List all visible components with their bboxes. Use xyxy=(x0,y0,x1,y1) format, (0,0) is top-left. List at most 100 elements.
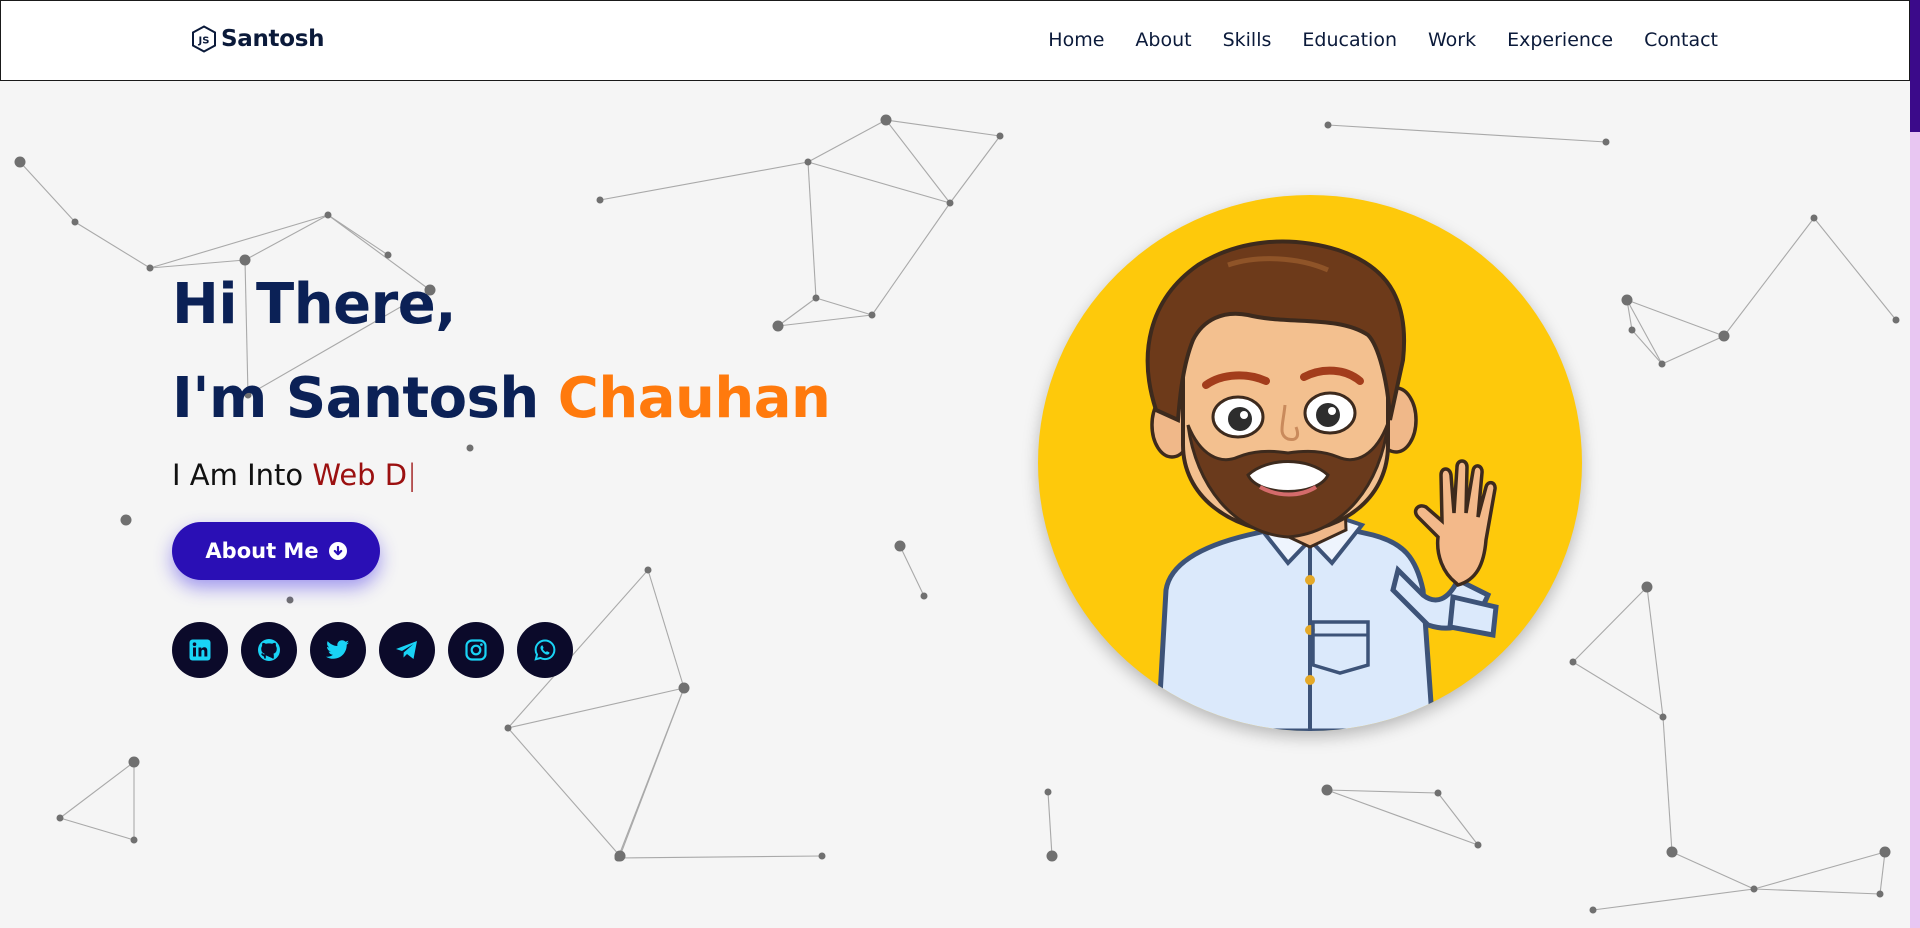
particle-dot xyxy=(920,592,928,600)
nav-experience[interactable]: Experience xyxy=(1507,29,1613,51)
arrow-down-circle-icon xyxy=(328,542,347,560)
particle-link xyxy=(1753,851,1886,890)
particle-link xyxy=(807,161,951,204)
whatsapp-icon xyxy=(533,638,557,662)
nav-about[interactable]: About xyxy=(1135,29,1191,51)
particle-link xyxy=(244,214,329,261)
telegram-link[interactable] xyxy=(379,622,435,678)
particle-dot xyxy=(1628,326,1636,334)
particle-dot xyxy=(1876,890,1884,898)
particle-dot xyxy=(146,264,154,272)
particle-link xyxy=(1671,851,1755,890)
particle-dot xyxy=(880,114,892,126)
nav-home[interactable]: Home xyxy=(1048,29,1104,51)
particle-link xyxy=(949,135,1001,204)
particle-link xyxy=(1662,716,1673,853)
particle-link xyxy=(1572,586,1648,663)
particle-link xyxy=(619,687,685,857)
particle-dot xyxy=(818,852,826,860)
nav-work[interactable]: Work xyxy=(1428,29,1476,51)
nodejs-hexagon-icon: JS xyxy=(191,25,217,53)
particle-dot xyxy=(1879,846,1891,858)
particle-dot xyxy=(1474,841,1482,849)
hero-intro: I'm Santosh Chauhan xyxy=(172,352,831,446)
hero-greeting: Hi There, xyxy=(172,272,456,337)
instagram-icon xyxy=(464,638,488,662)
nav-education[interactable]: Education xyxy=(1302,29,1397,51)
scrollbar-thumb[interactable] xyxy=(1910,0,1920,132)
particle-dot xyxy=(71,218,79,226)
particle-dot xyxy=(56,814,64,822)
particle-dot xyxy=(644,566,652,574)
nav-skills[interactable]: Skills xyxy=(1223,29,1272,51)
typed-cursor: | xyxy=(407,458,417,492)
particle-dot xyxy=(1658,360,1666,368)
twitter-link[interactable] xyxy=(310,622,366,678)
whatsapp-link[interactable] xyxy=(517,622,573,678)
particle-dot xyxy=(868,311,876,319)
particle-dot xyxy=(1659,713,1667,721)
particle-dot xyxy=(1321,784,1333,796)
site-header: JS Santosh Home About Skills Education W… xyxy=(0,0,1910,81)
particle-link xyxy=(1646,586,1664,718)
particle-link xyxy=(885,119,951,204)
particle-link xyxy=(617,855,823,859)
particle-link xyxy=(647,569,685,689)
particle-dot xyxy=(1569,658,1577,666)
hero-intro-last-name: Chauhan xyxy=(557,366,831,431)
hero-intro-prefix: I'm Santosh xyxy=(172,366,539,431)
particle-link xyxy=(1326,789,1439,794)
particle-dot xyxy=(120,514,132,526)
hero-text: Hi There, I'm Santosh Chauhan I Am Into … xyxy=(172,258,831,492)
particle-dot xyxy=(1892,316,1900,324)
avatar-image xyxy=(1038,195,1582,731)
particle-link xyxy=(74,221,151,269)
particle-link xyxy=(1631,329,1663,365)
particle-dot xyxy=(678,682,690,694)
brand-logo[interactable]: JS Santosh xyxy=(191,25,325,53)
particle-link xyxy=(1661,335,1725,365)
github-link[interactable] xyxy=(241,622,297,678)
linkedin-icon xyxy=(188,638,212,662)
particle-dot xyxy=(1046,850,1058,862)
particle-dot xyxy=(128,756,140,768)
particle-link xyxy=(807,119,887,163)
particle-link xyxy=(1572,661,1664,718)
particle-link xyxy=(507,687,685,729)
particle-link xyxy=(1047,791,1053,857)
telegram-icon xyxy=(394,638,420,662)
twitter-icon xyxy=(325,638,351,662)
particle-dot xyxy=(1324,121,1332,129)
particle-dot xyxy=(1750,885,1758,893)
particle-link xyxy=(1813,217,1897,321)
particle-dot xyxy=(596,196,604,204)
svg-text:JS: JS xyxy=(198,36,210,47)
linkedin-link[interactable] xyxy=(172,622,228,678)
about-me-label: About Me xyxy=(205,539,319,563)
main-nav: Home About Skills Education Work Experie… xyxy=(1048,29,1718,51)
particle-dot xyxy=(1641,581,1653,593)
instagram-link[interactable] xyxy=(448,622,504,678)
particle-dot xyxy=(1621,294,1633,306)
particle-dot xyxy=(946,199,954,207)
particle-link xyxy=(59,817,135,841)
typed-tagline: I Am Into Web D| xyxy=(172,458,830,492)
particle-link xyxy=(19,161,76,223)
particle-dot xyxy=(614,850,626,862)
particle-link xyxy=(1879,851,1886,895)
particle-link xyxy=(1326,789,1479,846)
particle-dot xyxy=(14,156,26,168)
particle-link xyxy=(1723,217,1815,337)
particle-link xyxy=(507,727,621,857)
page-scrollbar[interactable] xyxy=(1910,0,1920,928)
particle-dot xyxy=(1434,789,1442,797)
particle-link xyxy=(871,202,951,316)
particle-link xyxy=(1753,888,1881,895)
nav-contact[interactable]: Contact xyxy=(1644,29,1718,51)
particle-dot xyxy=(804,158,812,166)
particle-dot xyxy=(894,540,906,552)
brand-name: Santosh xyxy=(221,26,325,52)
about-me-button[interactable]: About Me xyxy=(172,522,380,580)
github-icon xyxy=(256,637,282,663)
particle-dot xyxy=(130,836,138,844)
